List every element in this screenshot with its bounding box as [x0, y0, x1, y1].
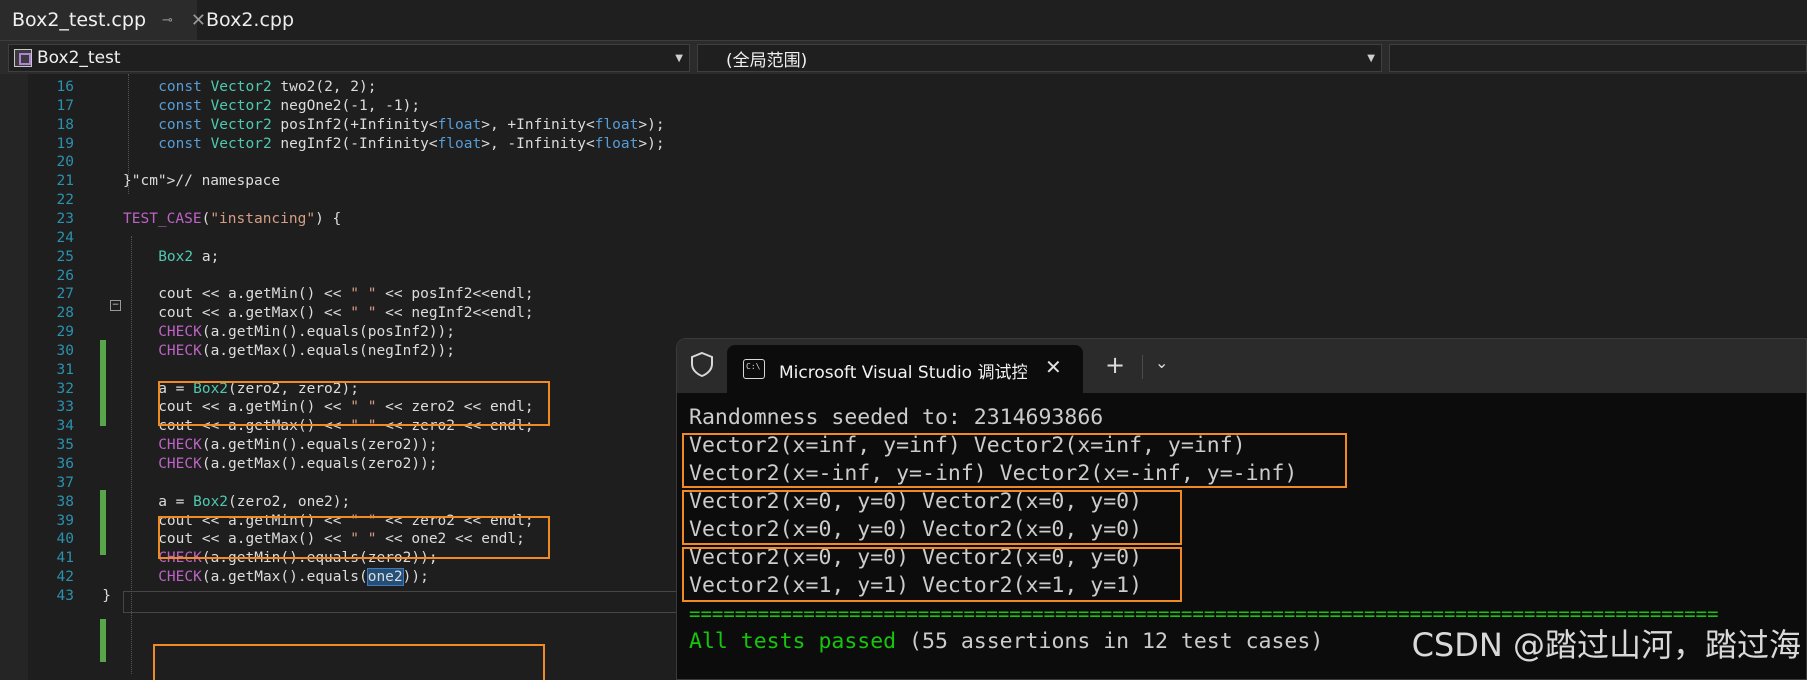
change-marker: [100, 619, 106, 662]
member-dropdown[interactable]: [1389, 44, 1807, 72]
chevron-down-icon[interactable]: ⌄: [1155, 353, 1168, 372]
separator: [1142, 355, 1143, 379]
highlight-box: [158, 516, 550, 559]
console-title-bar: C:\ Microsoft Visual Studio 调试控制台 ✕ + ⌄: [677, 339, 1806, 393]
console-line: Randomness seeded to: 2314693866: [689, 405, 1104, 430]
console-tab[interactable]: C:\ Microsoft Visual Studio 调试控制台 ✕: [727, 345, 1083, 393]
highlight-box: [158, 381, 550, 426]
pin-icon[interactable]: ⊸: [162, 13, 173, 28]
project-dropdown[interactable]: Box2_test ▼: [8, 44, 690, 72]
editor-tab-bar: Box2_test.cpp ⊸ ✕ Box2.cpp: [0, 0, 1807, 40]
chevron-down-icon: ▼: [675, 53, 683, 64]
terminal-icon: C:\: [743, 359, 765, 379]
change-marker: [100, 340, 106, 383]
new-tab-button[interactable]: +: [1105, 351, 1125, 379]
change-marker: [100, 490, 106, 555]
console-tab-title: Microsoft Visual Studio 调试控制台: [779, 363, 1027, 383]
indent-guide: [128, 74, 129, 194]
change-marker: [100, 383, 106, 426]
highlight-box: [153, 644, 545, 680]
pass-text: All tests passed: [689, 629, 897, 654]
project-name: Box2_test: [37, 48, 121, 68]
navigation-bar: Box2_test ▼ (全局范围) ▼: [0, 40, 1807, 74]
close-icon[interactable]: ✕: [1045, 355, 1062, 379]
assertion-summary: (55 assertions in 12 test cases): [896, 629, 1324, 654]
tab-label: Box2.cpp: [206, 9, 295, 31]
tab-box2-test-cpp[interactable]: Box2_test.cpp ⊸ ✕: [0, 0, 206, 40]
shield-icon[interactable]: [689, 351, 715, 377]
scope-dropdown[interactable]: (全局范围) ▼: [697, 44, 1382, 72]
console-result-line: All tests passed (55 assertions in 12 te…: [689, 628, 1323, 656]
line-number: 43: [56, 587, 74, 604]
watermark: CSDN @踏过山河，踏过海: [1411, 626, 1801, 664]
highlight-box: [682, 547, 1182, 602]
scope-label: (全局范围): [726, 50, 808, 71]
indent-guide: [131, 236, 132, 674]
chevron-down-icon: ▼: [1367, 53, 1375, 64]
project-icon: [14, 49, 32, 67]
tab-box2-cpp[interactable]: Box2.cpp: [198, 0, 294, 40]
tab-label: Box2_test.cpp: [12, 9, 147, 31]
code-text: }: [102, 587, 111, 604]
highlight-box: [682, 433, 1347, 488]
collapse-icon[interactable]: −: [110, 300, 121, 311]
highlight-box: [682, 490, 1182, 545]
